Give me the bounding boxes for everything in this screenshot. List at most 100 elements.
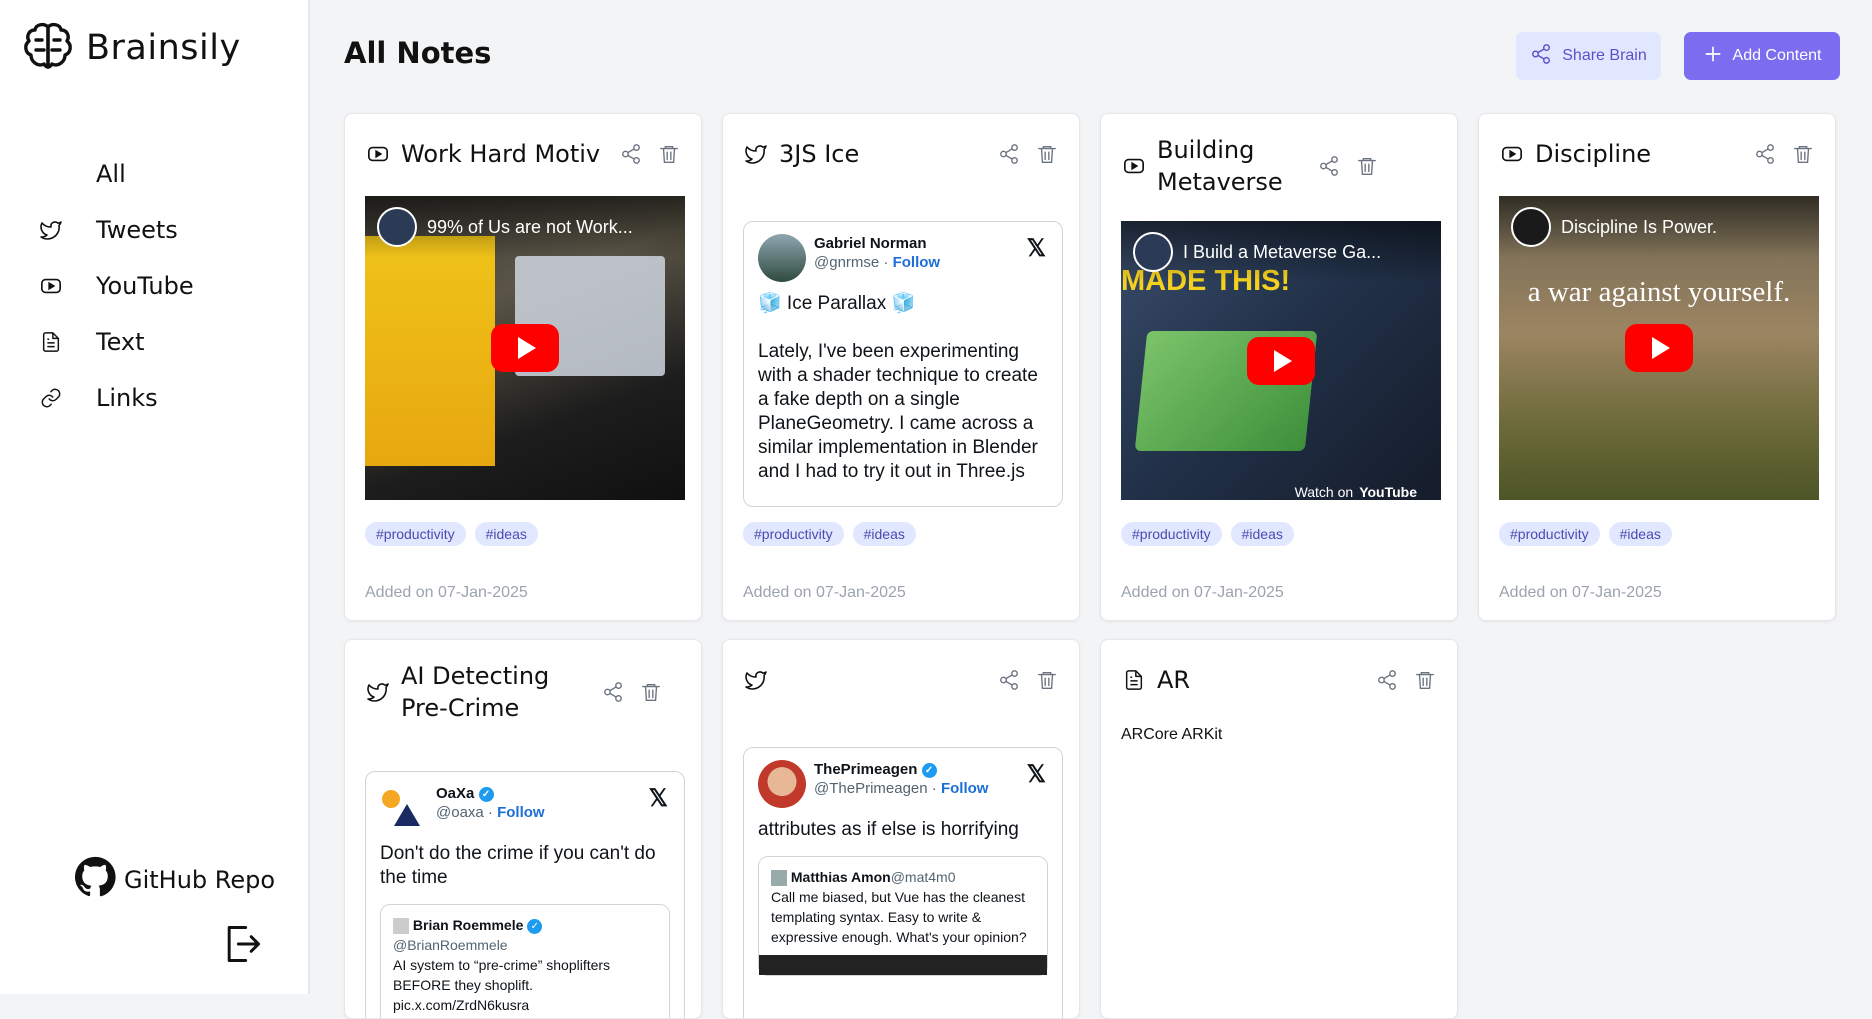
follow-link[interactable]: Follow (893, 254, 941, 271)
tag[interactable]: #ideas (474, 522, 538, 546)
share-brain-button[interactable]: Share Brain (1516, 32, 1661, 80)
logout-button[interactable] (220, 922, 264, 970)
share-icon[interactable] (1375, 668, 1399, 692)
github-icon (74, 856, 116, 904)
play-button[interactable] (1625, 324, 1693, 372)
tag[interactable]: #productivity (1121, 522, 1222, 546)
follow-link[interactable]: Follow (497, 804, 545, 821)
sidebar-item-label: All (96, 160, 126, 188)
tweet-embed[interactable]: Gabriel Norman @gnrmse · Follow 𝕏 🧊 Ice … (743, 221, 1063, 507)
note-text: ARCore ARKit (1121, 726, 1223, 743)
sidebar-item-links[interactable]: Links (38, 370, 194, 426)
tag[interactable]: #ideas (1230, 522, 1294, 546)
tag[interactable]: #productivity (1499, 522, 1600, 546)
x-logo-icon[interactable]: 𝕏 (1027, 760, 1046, 789)
share-icon (1530, 43, 1552, 70)
avatar (380, 784, 428, 832)
note-card: Building Metaverse MADE THIS! I Build a … (1100, 113, 1458, 621)
twitter-icon (365, 679, 391, 705)
tweet-text: Lately, I've been experimenting with a s… (758, 341, 1038, 482)
note-card: AI Detecting Pre-Crime OaXa ✓ @oaxa · Fo… (344, 639, 702, 1019)
tag[interactable]: #productivity (743, 522, 844, 546)
quote-author: Brian Roemmele (412, 917, 524, 933)
added-date: Added on 07-Jan-2025 (1121, 584, 1284, 601)
tweet-headline: 🧊 Ice Parallax 🧊 (758, 293, 916, 314)
trash-icon[interactable] (1413, 668, 1437, 692)
verified-badge-icon: ✓ (478, 786, 494, 802)
plus-icon (1703, 44, 1723, 69)
play-button[interactable] (1247, 336, 1315, 385)
trash-icon[interactable] (657, 142, 681, 166)
sidebar-item-tweets[interactable]: Tweets (38, 202, 194, 258)
share-icon[interactable] (997, 142, 1021, 166)
channel-avatar (1511, 207, 1551, 247)
verified-badge-icon: ✓ (921, 762, 937, 778)
share-icon[interactable] (619, 142, 643, 166)
video-embed[interactable]: 99% of Us are not Work... (365, 196, 685, 500)
avatar (393, 918, 409, 935)
trash-icon[interactable] (1035, 668, 1059, 692)
quote-author: Matthias Amon (790, 869, 891, 885)
trash-icon[interactable] (1035, 142, 1059, 166)
tweet-author: Gabriel Norman (814, 235, 927, 252)
github-repo-link[interactable]: GitHub Repo (74, 856, 275, 904)
share-icon[interactable] (1753, 142, 1777, 166)
youtube-icon (365, 141, 391, 167)
tag[interactable]: #productivity (365, 522, 466, 546)
card-title: 3JS Ice (779, 140, 860, 168)
added-date: Added on 07-Jan-2025 (365, 584, 528, 601)
tag-list: #productivity #ideas (1499, 522, 1672, 546)
verified-badge-icon: ✓ (527, 918, 543, 934)
sidebar-item-label: Tweets (96, 216, 178, 244)
share-icon[interactable] (1317, 154, 1341, 178)
quote-text: Call me biased, but Vue has the cleanest… (771, 889, 1027, 945)
share-icon[interactable] (601, 680, 625, 704)
main-content: All Notes Share Brain Add Content Work H… (310, 0, 1872, 1019)
tweet-text: attributes as if else is horrifying (758, 819, 1019, 840)
trash-icon[interactable] (1355, 154, 1379, 178)
brand[interactable]: Brainsily (22, 20, 241, 76)
x-logo-icon[interactable]: 𝕏 (649, 784, 668, 813)
tweet-embed[interactable]: OaXa ✓ @oaxa · Follow 𝕏 Don't do the cri… (365, 771, 685, 1018)
video-embed[interactable]: a war against yourself. Discipline Is Po… (1499, 196, 1819, 500)
note-card: 3JS Ice Gabriel Norman @gnrmse · Follow … (722, 113, 1080, 621)
quote-handle: @BrianRoemmele (393, 937, 508, 953)
tag-list: #productivity #ideas (365, 522, 538, 546)
sidebar: Brainsily All Tweets YouTube Text Links … (0, 0, 310, 994)
sidebar-item-all[interactable]: All (38, 146, 194, 202)
sidebar-item-label: Text (96, 328, 145, 356)
tag[interactable]: #ideas (1608, 522, 1672, 546)
play-button[interactable] (491, 324, 559, 372)
follow-link[interactable]: Follow (941, 780, 989, 797)
video-embed[interactable]: MADE THIS! I Build a Metaverse Ga... Wat… (1121, 221, 1441, 500)
youtube-icon (1121, 153, 1147, 179)
tag[interactable]: #ideas (852, 522, 916, 546)
share-icon[interactable] (997, 668, 1021, 692)
document-icon (38, 329, 64, 355)
trash-icon[interactable] (639, 680, 663, 704)
sidebar-item-text[interactable]: Text (38, 314, 194, 370)
add-content-button[interactable]: Add Content (1684, 32, 1840, 80)
tag-list: #productivity #ideas (1121, 522, 1294, 546)
card-title: Building Metaverse (1157, 136, 1283, 196)
logout-icon (220, 926, 264, 970)
sidebar-item-youtube[interactable]: YouTube (38, 258, 194, 314)
added-date: Added on 07-Jan-2025 (1499, 584, 1662, 601)
watch-on-youtube[interactable]: Watch on YouTube (1295, 484, 1417, 500)
app-name: Brainsily (86, 28, 241, 68)
tweet-text: Don't do the crime if you can't do the t… (380, 843, 656, 888)
quoted-tweet[interactable]: Brian Roemmele ✓ @BrianRoemmele AI syste… (380, 904, 670, 1018)
tweet-embed[interactable]: ThePrimeagen ✓ @ThePrimeagen · Follow 𝕏 … (743, 747, 1063, 1018)
note-card: Discipline a war against yourself. Disci… (1478, 113, 1836, 621)
x-logo-icon[interactable]: 𝕏 (1027, 234, 1046, 263)
thumbnail-overlay-text: a war against yourself. (1527, 276, 1791, 308)
note-card: AR ARCore ARKit (1100, 639, 1458, 1019)
channel-avatar (377, 207, 417, 247)
quoted-tweet[interactable]: Matthias Amon@mat4m0 Call me biased, but… (758, 856, 1048, 976)
trash-icon[interactable] (1791, 142, 1815, 166)
add-content-label: Add Content (1732, 47, 1822, 64)
twitter-icon (743, 141, 769, 167)
github-label: GitHub Repo (124, 866, 276, 894)
quote-handle: @mat4m0 (890, 869, 956, 885)
added-date: Added on 07-Jan-2025 (743, 584, 906, 601)
